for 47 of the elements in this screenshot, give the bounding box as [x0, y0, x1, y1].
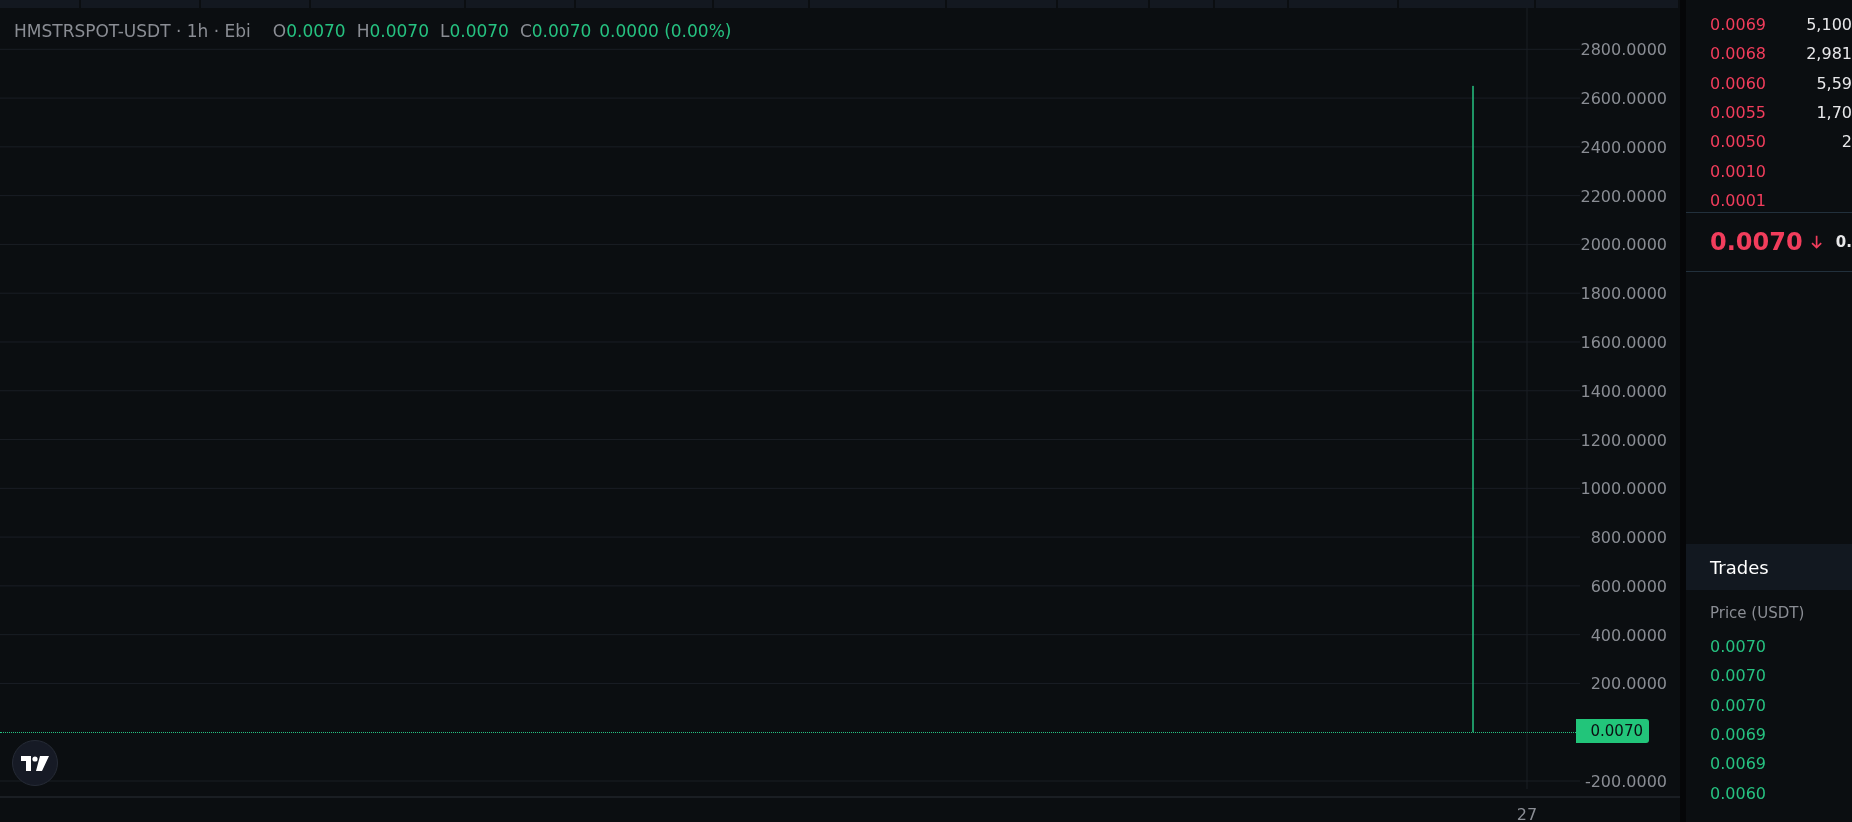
logo-icon — [21, 755, 49, 771]
ohlc-value: H0.0070 — [356, 21, 429, 41]
axis-label: 2400.0000 — [1580, 137, 1667, 157]
change-value: 0.0000 (0.00%) — [599, 21, 732, 41]
axis-label: 27 — [1516, 805, 1538, 822]
ask-price: 0.0060 — [1710, 73, 1766, 93]
axis-label: 2800.0000 — [1580, 40, 1667, 60]
ask-amount: 2,981 — [1806, 44, 1852, 64]
trade-price: 0.0070 — [1709, 636, 1767, 659]
logo-button[interactable] — [12, 740, 58, 786]
column-header: Price (USDT) — [1709, 603, 1806, 624]
last-price-label: 0.0070 — [1576, 719, 1649, 743]
ask-amount: 1,70 — [1816, 103, 1852, 123]
axis-label: 600.0000 — [1590, 576, 1667, 596]
symbol-title: HMSTRSPOT-USDT · 1h · Ebi — [14, 21, 251, 41]
ask-price: 0.0068 — [1710, 44, 1766, 64]
axis-label: 2000.0000 — [1580, 235, 1667, 255]
trade-price: 0.0070 — [1709, 665, 1767, 688]
trade-price: 0.0069 — [1709, 724, 1767, 747]
axis-label: 2200.0000 — [1580, 186, 1667, 206]
axis-label: 800.0000 — [1590, 528, 1667, 548]
ohlc-value: L0.0070 — [439, 21, 509, 41]
last-price: 0.0070 — [1710, 228, 1803, 256]
axis-label: 2600.0000 — [1580, 89, 1667, 109]
trade-price: 0.0060 — [1709, 782, 1767, 805]
axis-label: 200.0000 — [1590, 674, 1667, 694]
mark-price: 0. — [1835, 233, 1852, 251]
ask-price: 0.0069 — [1710, 15, 1766, 35]
trade-price: 0.0069 — [1709, 753, 1767, 776]
axis-label: -200.0000 — [1584, 772, 1667, 791]
axis-label: 1400.0000 — [1580, 381, 1667, 401]
axis-label: 1800.0000 — [1580, 284, 1667, 304]
axis-label: 400.0000 — [1590, 625, 1667, 645]
ohlc-value: C0.0070 — [519, 21, 592, 41]
axis-label: 1200.0000 — [1580, 430, 1667, 450]
ask-price: 0.0050 — [1710, 132, 1766, 152]
ohlc-value: O0.0070 — [272, 21, 346, 41]
ask-price: 0.0001 — [1710, 190, 1766, 210]
trade-price: 0.0070 — [1709, 694, 1767, 717]
trades-title: Trades — [1686, 544, 1852, 590]
axis-label: 1600.0000 — [1580, 333, 1667, 352]
ask-amount: 5,100 — [1806, 15, 1852, 35]
ask-price: 0.0010 — [1710, 161, 1766, 181]
axis-label: 1000.0000 — [1580, 479, 1667, 499]
ask-amount: 2 — [1841, 132, 1852, 152]
ask-price: 0.0055 — [1710, 103, 1766, 123]
ask-amount: 5,59 — [1816, 73, 1852, 93]
